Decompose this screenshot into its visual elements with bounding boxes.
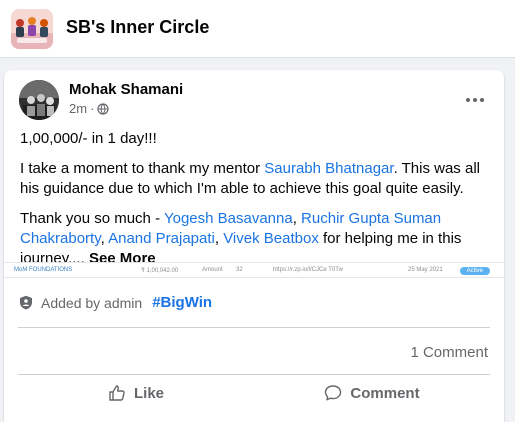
preview-status-badge: Active — [459, 267, 490, 275]
globe-icon — [97, 102, 110, 115]
post-meta: 2m · — [69, 101, 110, 116]
group-name[interactable]: SB's Inner Circle — [66, 17, 209, 38]
like-button[interactable]: Like — [18, 378, 254, 408]
preview-org: MoM FOUNDATIONS — [14, 267, 73, 273]
divider — [18, 374, 490, 375]
comment-label: Comment — [350, 384, 420, 402]
post-card: Mohak Shamani 2m · 1,00,000/- in 1 day!!… — [4, 70, 504, 422]
post-paragraph-mentor: I take a moment to thank my mentor Saura… — [20, 159, 495, 199]
like-label: Like — [133, 384, 164, 402]
meta-separator: · — [90, 101, 95, 116]
mention-separator: , — [100, 230, 109, 247]
group-header: SB's Inner Circle — [0, 0, 515, 58]
mention-link[interactable]: Anand Prajapati — [108, 230, 215, 247]
hashtag-link[interactable]: #BigWin — [152, 294, 212, 311]
preview-date: 25 May 2021 — [408, 267, 443, 273]
post-paragraph-thanks: Thank you so much - Yogesh Basavanna, Ru… — [20, 209, 495, 269]
mention-separator: , — [292, 210, 302, 227]
dot-icon — [480, 98, 484, 102]
added-by-row: Added by admin #BigWin — [19, 294, 212, 311]
preview-amount-label: Amount — [202, 267, 223, 273]
thumbs-up-icon — [109, 385, 125, 401]
post-timestamp[interactable]: 2m — [69, 101, 87, 116]
post-headline: 1,00,000/- in 1 day!!! — [20, 130, 157, 147]
preview-qty: 32 — [236, 267, 243, 273]
mention-link[interactable]: Yogesh Basavanna — [164, 210, 293, 227]
comment-button[interactable]: Comment — [254, 378, 490, 408]
admin-shield-icon — [20, 295, 32, 310]
author-avatar[interactable] — [19, 80, 59, 120]
comment-bubble-icon — [325, 385, 342, 401]
author-photo — [19, 80, 59, 120]
attached-image-preview[interactable]: MoM FOUNDATIONS ₹ 1,00,042.00 Amount 32 … — [4, 262, 504, 278]
preview-link: https://r.zp.io/l/CJCe T0Tw — [273, 267, 343, 273]
mention-link[interactable]: Saurabh Bhatnagar — [264, 160, 393, 177]
added-by-text: Added by admin — [41, 294, 143, 311]
post-actions: Like Comment — [18, 378, 490, 408]
post-text: 1,00,000/- in 1 day!!! I take a moment t… — [20, 129, 495, 269]
group-avatar[interactable] — [11, 9, 53, 49]
mention-link[interactable]: Vivek Beatbox — [223, 230, 319, 247]
dot-icon — [466, 98, 470, 102]
author-name[interactable]: Mohak Shamani — [69, 81, 183, 98]
mention-link[interactable]: Ruchir Gupta — [301, 210, 389, 227]
preview-amount: ₹ 1,00,042.00 — [141, 268, 179, 274]
mention-separator: , — [214, 230, 224, 247]
dot-icon — [473, 98, 477, 102]
comment-count[interactable]: 1 Comment — [410, 344, 488, 361]
post-options-button[interactable] — [460, 90, 490, 110]
group-cover-art — [11, 9, 53, 49]
thanks-text-before: Thank you so much - — [20, 210, 164, 227]
divider — [18, 327, 490, 328]
mentor-text-before: I take a moment to thank my mentor — [20, 160, 265, 177]
